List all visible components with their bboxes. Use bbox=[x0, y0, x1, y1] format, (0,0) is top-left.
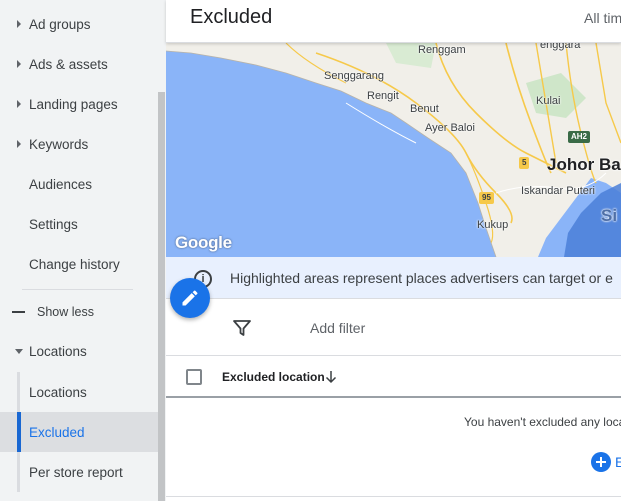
column-header-excluded-location[interactable]: Excluded location bbox=[222, 370, 325, 384]
page-title: Excluded bbox=[190, 6, 273, 28]
date-range-selector[interactable]: All tim bbox=[584, 10, 621, 26]
add-exclusion-icon[interactable] bbox=[591, 452, 611, 472]
map-label-kukup: Kukup bbox=[477, 219, 509, 231]
sidebar-item-label: Ad groups bbox=[29, 16, 91, 32]
table-header: Excluded location bbox=[166, 356, 621, 398]
map-label-singapore: Si bbox=[601, 206, 618, 225]
map-label-ayer-baloi: Ayer Baloi bbox=[425, 122, 475, 134]
page-header: Excluded All tim bbox=[166, 0, 621, 43]
filter-icon[interactable] bbox=[232, 319, 252, 337]
show-less-label: Show less bbox=[37, 305, 94, 319]
collapse-triangle-icon bbox=[15, 348, 23, 354]
expand-triangle-icon bbox=[17, 100, 21, 108]
expand-triangle-icon bbox=[17, 60, 21, 68]
select-all-checkbox[interactable] bbox=[186, 369, 202, 385]
map-label-benut: Benut bbox=[410, 103, 439, 115]
sidebar-scrollbar[interactable] bbox=[158, 92, 165, 501]
map-label-renggam: Renggam bbox=[418, 44, 466, 56]
collapse-dash-icon bbox=[12, 311, 25, 313]
road-badge-5: 5 bbox=[519, 157, 530, 169]
sidebar-divider bbox=[22, 289, 133, 290]
sidebar-item-ad-groups[interactable]: Ad groups bbox=[0, 4, 158, 44]
sidebar-item-label: Landing pages bbox=[29, 96, 118, 112]
sidebar-item-excluded[interactable]: Excluded bbox=[0, 412, 158, 452]
sidebar-item-label: Excluded bbox=[29, 424, 85, 440]
map-label-senggarang: Senggarang bbox=[324, 70, 384, 82]
show-less-button[interactable]: Show less bbox=[0, 292, 158, 332]
road-badge-95: 95 bbox=[479, 192, 494, 204]
google-logo: Google bbox=[175, 233, 232, 252]
info-banner: i Highlighted areas represent places adv… bbox=[166, 257, 621, 299]
map-label-iskandar: Iskandar Puteri bbox=[521, 185, 595, 197]
pencil-icon bbox=[182, 290, 198, 306]
add-filter-button[interactable]: Add filter bbox=[310, 320, 365, 336]
sidebar-nav: Ad groups Ads & assets Landing pages Key… bbox=[0, 0, 166, 501]
sidebar-item-label: Locations bbox=[29, 343, 87, 359]
sidebar-item-label: Ads & assets bbox=[29, 56, 108, 72]
sidebar-item-change-history[interactable]: Change history bbox=[0, 244, 158, 284]
sort-arrow-down-icon[interactable] bbox=[325, 370, 337, 384]
map-graphic bbox=[166, 43, 621, 257]
map-label-johor: Johor Ba bbox=[547, 155, 621, 174]
sidebar-item-label: Change history bbox=[29, 256, 120, 272]
sidebar-item-landing-pages[interactable]: Landing pages bbox=[0, 84, 158, 124]
filter-bar: Add filter bbox=[166, 299, 621, 356]
add-exclusion-label[interactable]: E bbox=[615, 454, 621, 470]
empty-state-message: You haven't excluded any loca bbox=[464, 415, 621, 429]
map-label-kulai: Kulai bbox=[536, 95, 561, 107]
sidebar-item-label: Audiences bbox=[29, 176, 93, 192]
road-badge-ah2: AH2 bbox=[568, 131, 591, 143]
sidebar-item-label: Keywords bbox=[29, 136, 89, 152]
sidebar-item-label: Locations bbox=[29, 384, 87, 400]
sidebar-item-ads-assets[interactable]: Ads & assets bbox=[0, 44, 158, 84]
sidebar-item-per-store-report[interactable]: Per store report bbox=[0, 452, 158, 492]
expand-triangle-icon bbox=[17, 20, 21, 28]
sidebar-item-locations[interactable]: Locations bbox=[0, 372, 158, 412]
expand-triangle-icon bbox=[17, 140, 21, 148]
sidebar-item-audiences[interactable]: Audiences bbox=[0, 164, 158, 204]
sidebar-item-keywords[interactable]: Keywords bbox=[0, 124, 158, 164]
sidebar-item-label: Per store report bbox=[29, 464, 123, 480]
map-label-tenggara: enggara bbox=[540, 43, 581, 51]
banner-text: Highlighted areas represent places adver… bbox=[230, 270, 613, 286]
map-label-rengit: Rengit bbox=[367, 90, 399, 102]
location-map[interactable]: Renggam enggara Senggarang Rengit Benut … bbox=[166, 43, 621, 257]
sidebar-item-settings[interactable]: Settings bbox=[0, 204, 158, 244]
sidebar-item-locations-section[interactable]: Locations bbox=[0, 331, 158, 371]
selected-indicator bbox=[17, 412, 21, 452]
table-bottom-divider bbox=[166, 496, 621, 497]
sidebar-item-label: Settings bbox=[29, 216, 78, 232]
edit-fab-button[interactable] bbox=[170, 278, 210, 318]
